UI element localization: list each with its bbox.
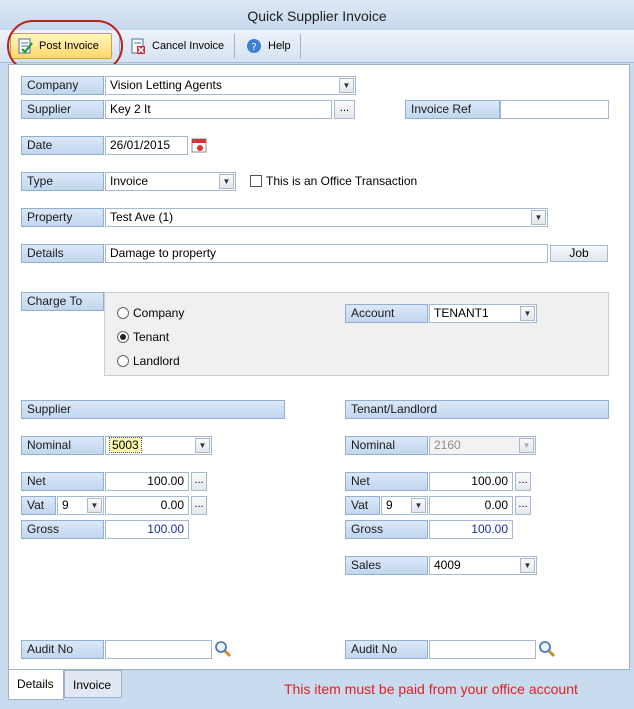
supplier-section-header: Supplier xyxy=(21,400,285,419)
chevron-down-icon[interactable]: ▼ xyxy=(520,306,535,321)
supplier-lookup-button[interactable]: ... xyxy=(334,100,355,119)
tenant-vat-input[interactable]: 0.00 xyxy=(429,496,513,515)
help-label: Help xyxy=(268,40,291,52)
chevron-down-icon[interactable]: ▼ xyxy=(520,558,535,573)
supplier-vat-button[interactable]: ... xyxy=(191,496,207,515)
tenant-audit-label: Audit No xyxy=(345,640,428,659)
search-icon[interactable] xyxy=(538,640,556,658)
radio-circle[interactable] xyxy=(117,355,129,367)
company-value: Vision Letting Agents xyxy=(110,78,222,92)
date-input[interactable]: 26/01/2015 xyxy=(105,136,188,155)
tenant-vat-code: 9 xyxy=(386,498,393,512)
help-icon: ? xyxy=(247,39,261,53)
property-select[interactable]: Test Ave (1) ▼ xyxy=(105,208,548,227)
chevron-down-icon[interactable]: ▼ xyxy=(219,174,234,189)
help-button[interactable]: ? Help xyxy=(240,33,297,59)
tenant-net-button[interactable]: ... xyxy=(515,472,531,491)
office-account-warning: This item must be paid from your office … xyxy=(284,681,578,697)
type-select[interactable]: Invoice ▼ xyxy=(105,172,236,191)
chevron-down-icon[interactable]: ▼ xyxy=(87,498,102,513)
radio-circle[interactable] xyxy=(117,307,129,319)
chevron-down-icon[interactable]: ▼ xyxy=(531,210,546,225)
radio-circle-selected[interactable] xyxy=(117,331,129,343)
charge-to-tenant-radio[interactable]: Tenant xyxy=(117,330,169,344)
supplier-vat-label: Vat xyxy=(21,496,56,515)
account-select[interactable]: TENANT1 ▼ xyxy=(429,304,537,323)
supplier-net-button[interactable]: ... xyxy=(191,472,207,491)
tenant-net-input[interactable]: 100.00 xyxy=(429,472,513,491)
chevron-down-icon[interactable]: ▼ xyxy=(339,78,354,93)
tenant-audit-input[interactable] xyxy=(429,640,536,659)
property-label: Property xyxy=(21,208,104,227)
company-label: Company xyxy=(21,76,104,95)
radio-label: Tenant xyxy=(133,330,170,344)
tenant-net-label: Net xyxy=(345,472,428,491)
calendar-icon[interactable] xyxy=(191,137,207,153)
cancel-invoice-icon xyxy=(131,38,145,54)
chevron-down-icon: ▼ xyxy=(519,438,534,453)
account-value: TENANT1 xyxy=(434,306,489,320)
office-transaction-label: This is an Office Transaction xyxy=(266,174,418,188)
supplier-vat-input[interactable]: 0.00 xyxy=(105,496,189,515)
supplier-nominal-select[interactable]: 5003 ▼ xyxy=(105,436,212,455)
search-icon[interactable] xyxy=(214,640,232,658)
radio-label: Landlord xyxy=(133,354,180,368)
tenant-gross-label: Gross xyxy=(345,520,428,539)
account-label: Account xyxy=(345,304,428,323)
sales-value: 4009 xyxy=(434,558,461,572)
charge-to-label: Charge To xyxy=(21,292,104,311)
tenant-vat-code-select[interactable]: 9 ▼ xyxy=(381,496,428,515)
property-value: Test Ave (1) xyxy=(110,210,174,224)
radio-label: Company xyxy=(133,306,185,320)
tenant-nominal-select: 2160 ▼ xyxy=(429,436,536,455)
invoice-ref-input[interactable] xyxy=(500,100,609,119)
svg-text:?: ? xyxy=(251,42,256,53)
tenant-vat-label: Vat xyxy=(345,496,380,515)
checkbox-box[interactable] xyxy=(250,175,262,187)
supplier-nominal-label: Nominal xyxy=(21,436,104,455)
date-label: Date xyxy=(21,136,104,155)
supplier-audit-input[interactable] xyxy=(105,640,212,659)
supplier-nominal-value: 5003 xyxy=(109,437,142,453)
supplier-net-input[interactable]: 100.00 xyxy=(105,472,189,491)
supplier-audit-label: Audit No xyxy=(21,640,104,659)
sales-select[interactable]: 4009 ▼ xyxy=(429,556,537,575)
tab-invoice[interactable]: Invoice xyxy=(64,670,122,698)
chevron-down-icon[interactable]: ▼ xyxy=(195,438,210,453)
tenant-gross-value: 100.00 xyxy=(429,520,513,539)
tenant-vat-button[interactable]: ... xyxy=(515,496,531,515)
sales-label: Sales xyxy=(345,556,428,575)
cancel-invoice-label: Cancel Invoice xyxy=(152,40,225,52)
charge-to-company-radio[interactable]: Company xyxy=(117,306,184,320)
tab-details[interactable]: Details xyxy=(8,670,64,700)
invoice-ref-label: Invoice Ref xyxy=(405,100,500,119)
office-transaction-checkbox[interactable]: This is an Office Transaction xyxy=(250,174,417,188)
company-select[interactable]: Vision Letting Agents ▼ xyxy=(105,76,356,95)
supplier-input[interactable]: Key 2 It xyxy=(105,100,332,119)
supplier-vat-code: 9 xyxy=(62,498,69,512)
tenant-section-header: Tenant/Landlord xyxy=(345,400,609,419)
job-button[interactable]: Job xyxy=(550,245,608,262)
chevron-down-icon[interactable]: ▼ xyxy=(411,498,426,513)
supplier-gross-value: 100.00 xyxy=(105,520,189,539)
supplier-net-label: Net xyxy=(21,472,104,491)
supplier-gross-label: Gross xyxy=(21,520,104,539)
details-input[interactable]: Damage to property xyxy=(105,244,548,263)
details-label: Details xyxy=(21,244,104,263)
cancel-invoice-button[interactable]: Cancel Invoice xyxy=(124,33,230,59)
supplier-label: Supplier xyxy=(21,100,104,119)
supplier-vat-code-select[interactable]: 9 ▼ xyxy=(57,496,104,515)
tenant-nominal-value: 2160 xyxy=(434,438,461,452)
tenant-nominal-label: Nominal xyxy=(345,436,428,455)
type-value: Invoice xyxy=(110,174,149,188)
charge-to-landlord-radio[interactable]: Landlord xyxy=(117,354,180,368)
type-label: Type xyxy=(21,172,104,191)
